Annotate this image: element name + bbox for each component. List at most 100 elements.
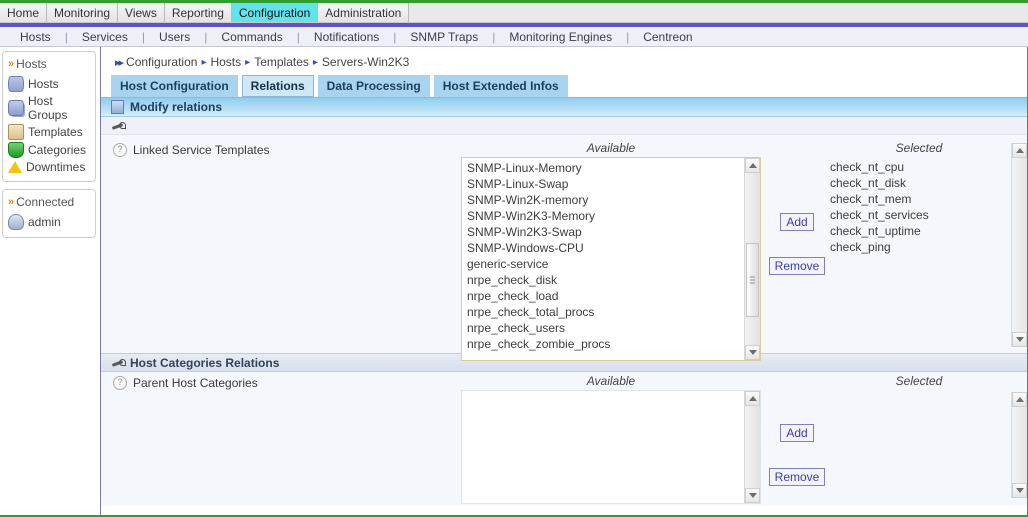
tab-host-extended-infos[interactable]: Host Extended Infos (433, 75, 568, 97)
submenu-item-snmp-traps[interactable]: SNMP Traps (396, 30, 492, 44)
list-item[interactable]: check_nt_disk (828, 175, 1010, 191)
tab-bar: Host Configuration Relations Data Proces… (101, 75, 1027, 97)
breadcrumb-item-templates[interactable]: Templates (254, 55, 309, 69)
sidebar-box-connected: » Connected admin (2, 189, 96, 238)
main-menu-item-reporting[interactable]: Reporting (164, 3, 232, 22)
list-item[interactable]: nrpe_check_total_procs (465, 304, 744, 320)
selected-header: Selected (895, 141, 943, 155)
scroll-up-button[interactable] (1012, 143, 1027, 158)
list-item[interactable]: nrpe_check_disk (465, 272, 744, 288)
parent-host-categories-label: ? Parent Host Categories (113, 376, 363, 390)
submenu-item-hosts[interactable]: Hosts (6, 30, 65, 44)
list-item[interactable]: nrpe_check_users (465, 320, 744, 336)
sidebar-item-label: Categories (28, 143, 87, 157)
tab-data-processing[interactable]: Data Processing (317, 75, 430, 97)
scroll-up-button[interactable] (745, 391, 760, 406)
help-icon[interactable]: ? (113, 376, 127, 390)
page-root: Home Monitoring Views Reporting Configur… (0, 0, 1028, 517)
selected-column: Selected (828, 374, 1010, 392)
submenu-label: Hosts (20, 29, 51, 44)
list-item[interactable]: generic-service (465, 256, 744, 272)
sidebar-item-categories[interactable]: Categories (6, 141, 92, 159)
arrow-up-icon (1015, 397, 1024, 402)
remove-button[interactable]: Remove (768, 468, 826, 486)
main-content: ▸▸ Configuration ▸ Hosts ▸ Templates ▸ S… (101, 47, 1028, 515)
available-listbox[interactable]: SNMP-Linux-Memory SNMP-Linux-Swap SNMP-W… (461, 157, 761, 361)
scroll-down-button[interactable] (745, 345, 760, 360)
list-item[interactable]: SNMP-Linux-Swap (465, 176, 744, 192)
chevron-right-icon: ▸ (245, 56, 251, 68)
selected-list-scrollbar[interactable] (1011, 143, 1027, 347)
main-menu-filler (409, 3, 1028, 22)
submenu-item-users[interactable]: Users (145, 30, 204, 44)
list-item[interactable]: SNMP-Linux-Memory (465, 160, 744, 176)
shield-icon (8, 142, 24, 158)
scroll-down-button[interactable] (1012, 332, 1027, 347)
field-label-text: Linked Service Templates (133, 143, 270, 157)
help-icon[interactable]: ? (113, 143, 127, 157)
submenu-item-notifications[interactable]: Notifications (300, 30, 393, 44)
list-item[interactable]: nrpe_check_zombie_procs (465, 336, 744, 352)
arrow-down-icon (1015, 337, 1024, 342)
selected-list[interactable]: check_nt_cpu check_nt_disk check_nt_mem … (828, 157, 1010, 255)
available-list-scrollbar[interactable] (744, 391, 760, 503)
available-list[interactable] (462, 391, 744, 503)
available-list[interactable]: SNMP-Linux-Memory SNMP-Linux-Swap SNMP-W… (462, 158, 744, 360)
tab-relations[interactable]: Relations (241, 75, 314, 97)
submenu-item-services[interactable]: Services (68, 30, 142, 44)
available-listbox[interactable] (461, 390, 761, 504)
scroll-up-button[interactable] (745, 158, 760, 173)
main-menu-label: Administration (325, 5, 402, 20)
submenu-item-commands[interactable]: Commands (207, 30, 296, 44)
sidebar-item-admin-user[interactable]: admin (6, 213, 92, 231)
pen-icon[interactable] (111, 120, 126, 132)
sidebar-item-host-groups[interactable]: Host Groups (6, 93, 92, 123)
arrow-down-icon (748, 350, 757, 355)
breadcrumb-item-hosts[interactable]: Hosts (210, 55, 241, 69)
breadcrumb: ▸▸ Configuration ▸ Hosts ▸ Templates ▸ S… (101, 47, 1027, 75)
main-menu-label: Views (125, 5, 157, 20)
breadcrumb-item-configuration[interactable]: Configuration (126, 55, 197, 69)
scroll-down-button[interactable] (745, 488, 760, 503)
submenu-item-centreon[interactable]: Centreon (629, 30, 706, 44)
sidebar-item-label: Hosts (28, 77, 59, 91)
host-categories-relations-title: Host Categories Relations (130, 355, 280, 370)
sidebar-item-label: Downtimes (26, 160, 86, 174)
sidebar-item-templates[interactable]: Templates (6, 123, 92, 141)
sidebar-user-label: admin (28, 215, 61, 229)
submenu-item-monitoring-engines[interactable]: Monitoring Engines (495, 30, 626, 44)
list-item[interactable]: SNMP-Windows-CPU (465, 240, 744, 256)
add-button[interactable]: Add (780, 424, 814, 442)
linked-service-templates-label: ? Linked Service Templates (113, 143, 363, 157)
tab-host-configuration[interactable]: Host Configuration (111, 75, 238, 97)
main-menu-label: Monitoring (54, 5, 111, 20)
list-item[interactable]: nrpe_check_load (465, 288, 744, 304)
remove-button[interactable]: Remove (768, 257, 826, 275)
sidebar-item-downtimes[interactable]: Downtimes (6, 159, 92, 175)
tool-row (101, 117, 1027, 135)
list-item[interactable]: check_ping (828, 239, 1010, 255)
main-menu-item-administration[interactable]: Administration (318, 3, 410, 22)
scroll-up-button[interactable] (1012, 392, 1027, 407)
main-menu-item-views[interactable]: Views (118, 3, 165, 22)
available-list-scrollbar[interactable] (744, 158, 760, 360)
selected-list[interactable] (828, 390, 1010, 392)
list-item[interactable]: SNMP-Win2K3-Memory (465, 208, 744, 224)
list-item[interactable]: check_nt_cpu (828, 159, 1010, 175)
page-body: » Hosts Hosts Host Groups Templates Cate… (0, 47, 1028, 515)
scroll-down-button[interactable] (1012, 483, 1027, 498)
scrollbar-thumb[interactable] (746, 243, 759, 317)
parent-host-categories-block: ? Parent Host Categories Available Add R… (101, 372, 1027, 506)
list-item[interactable]: check_nt_uptime (828, 223, 1010, 239)
main-menu-item-configuration[interactable]: Configuration (231, 3, 319, 22)
sidebar-item-hosts[interactable]: Hosts (6, 75, 92, 93)
main-menu-item-monitoring[interactable]: Monitoring (47, 3, 119, 22)
list-item[interactable]: check_nt_mem (828, 191, 1010, 207)
list-item[interactable]: check_nt_services (828, 207, 1010, 223)
selected-list-scrollbar[interactable] (1011, 392, 1027, 498)
available-header: Available (586, 141, 636, 155)
main-menu-item-home[interactable]: Home (0, 3, 48, 22)
list-item[interactable]: SNMP-Win2K-memory (465, 192, 744, 208)
add-button[interactable]: Add (780, 213, 814, 231)
list-item[interactable]: SNMP-Win2K3-Swap (465, 224, 744, 240)
